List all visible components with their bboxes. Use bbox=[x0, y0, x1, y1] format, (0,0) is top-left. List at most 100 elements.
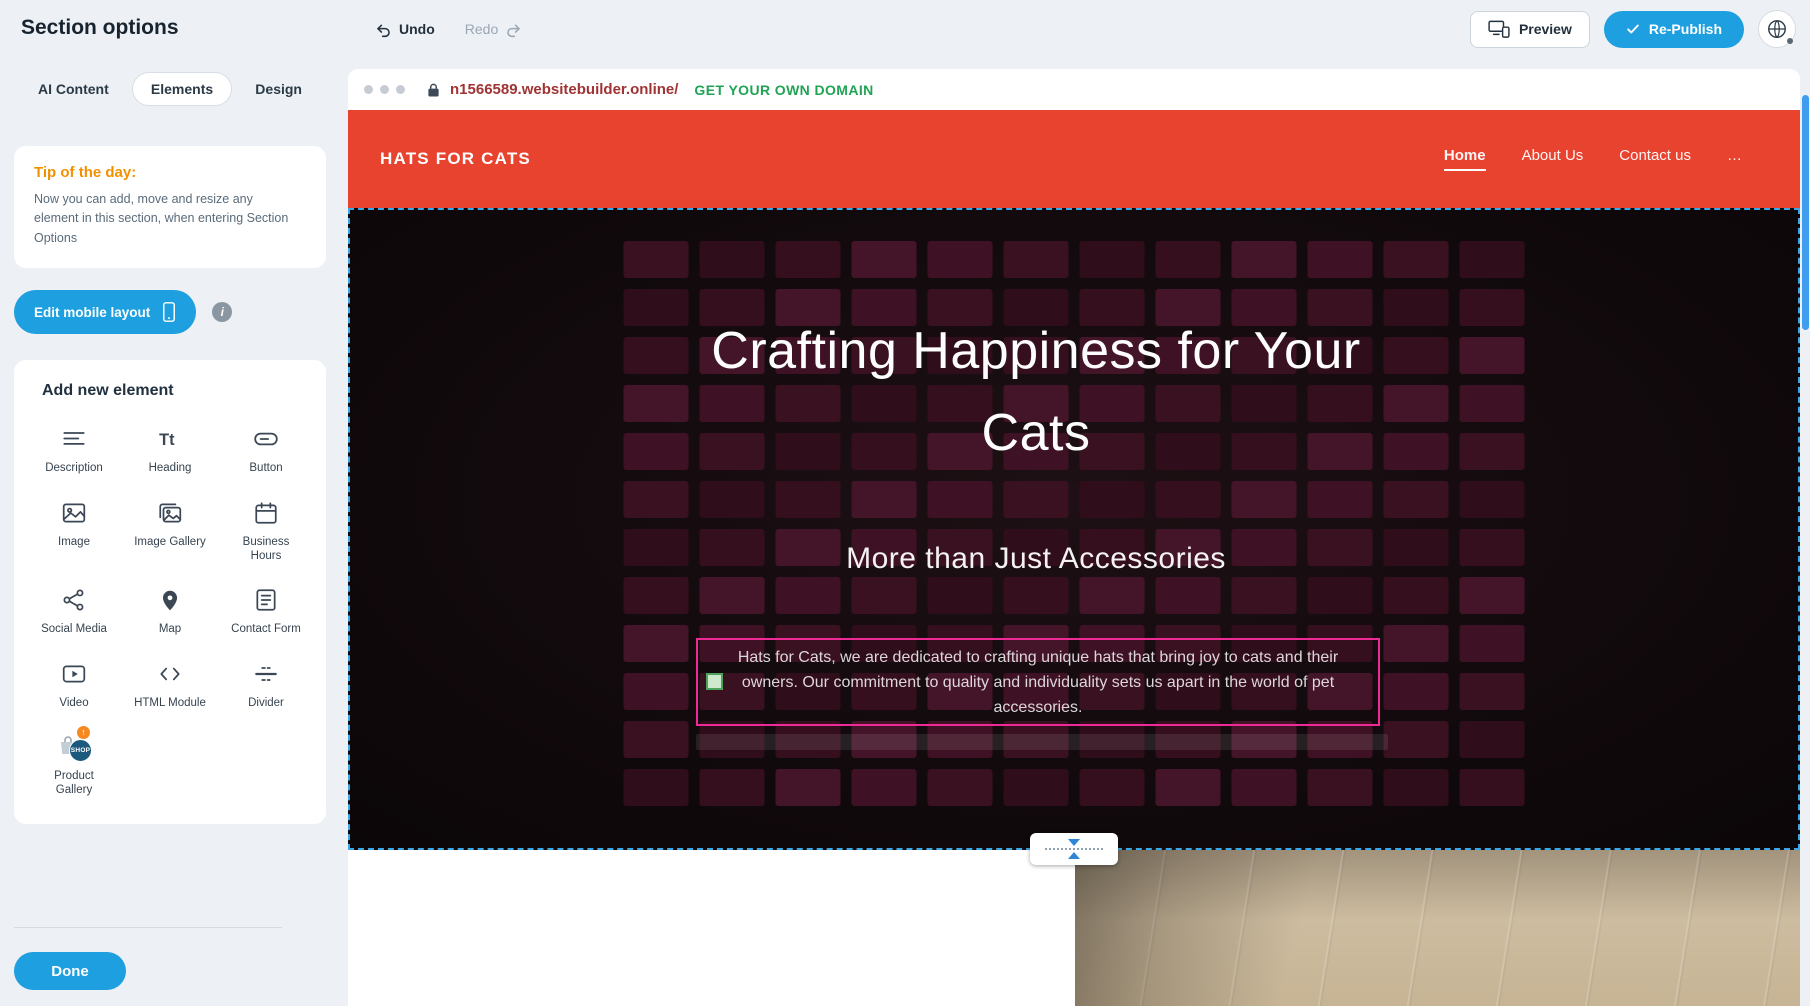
hero-grid-cell bbox=[1460, 337, 1525, 374]
hero-grid-cell bbox=[1384, 625, 1449, 662]
hero-grid-cell bbox=[1232, 577, 1297, 614]
map-icon bbox=[124, 585, 216, 615]
preview-label: Preview bbox=[1519, 21, 1572, 37]
hero-grid-cell bbox=[1460, 769, 1525, 806]
tab-ai-content[interactable]: AI Content bbox=[20, 73, 127, 105]
language-globe-button[interactable] bbox=[1758, 10, 1796, 48]
element-social-media[interactable]: Social Media bbox=[28, 585, 120, 636]
edit-mobile-layout-button[interactable]: Edit mobile layout bbox=[14, 290, 196, 334]
hero-grid-cell bbox=[1308, 241, 1373, 278]
site-header[interactable]: HATS FOR CATS Home About Us Contact us … bbox=[348, 110, 1800, 208]
add-element-title: Add new element bbox=[42, 382, 312, 400]
nav-item-more[interactable]: … bbox=[1727, 147, 1742, 171]
tab-design[interactable]: Design bbox=[237, 73, 320, 105]
next-section[interactable] bbox=[348, 850, 1800, 1006]
element-label: HTML Module bbox=[132, 696, 208, 710]
element-image[interactable]: Image bbox=[28, 498, 120, 564]
element-map[interactable]: Map bbox=[124, 585, 216, 636]
hero-grid-cell bbox=[1156, 769, 1221, 806]
button-icon bbox=[220, 424, 312, 454]
element-heading[interactable]: TtHeading bbox=[124, 424, 216, 475]
redo-button[interactable]: Redo bbox=[465, 21, 522, 38]
done-button[interactable]: Done bbox=[14, 952, 126, 990]
hero-grid-cell bbox=[1004, 769, 1069, 806]
tab-elements[interactable]: Elements bbox=[132, 72, 232, 106]
selected-text-element[interactable]: Hats for Cats, we are dedicated to craft… bbox=[696, 638, 1380, 726]
hero-grid-cell bbox=[624, 769, 689, 806]
nav-item-home[interactable]: Home bbox=[1444, 147, 1486, 171]
sidebar-divider bbox=[14, 927, 282, 928]
hero-grid-cell bbox=[852, 769, 917, 806]
image-icon bbox=[28, 498, 120, 528]
site-url[interactable]: n1566589.websitebuilder.online/ bbox=[450, 81, 678, 98]
element-product-gallery[interactable]: SHOP↑Product Gallery bbox=[28, 732, 120, 798]
resize-dotted-line bbox=[1045, 848, 1103, 850]
element-video[interactable]: Video bbox=[28, 659, 120, 710]
element-description[interactable]: Description bbox=[28, 424, 120, 475]
hero-grid-cell bbox=[1308, 577, 1373, 614]
element-business-hours[interactable]: Business Hours bbox=[220, 498, 312, 564]
hero-grid-cell bbox=[1460, 481, 1525, 518]
preview-button[interactable]: Preview bbox=[1470, 11, 1590, 48]
hero-grid-cell bbox=[624, 481, 689, 518]
hero-grid-cell bbox=[852, 577, 917, 614]
hero-grid-cell bbox=[1384, 337, 1449, 374]
hero-grid-cell bbox=[776, 481, 841, 518]
hero-heading[interactable]: Crafting Happiness for Your Cats bbox=[706, 310, 1366, 474]
hero-grid-cell bbox=[1384, 577, 1449, 614]
element-label: Business Hours bbox=[228, 535, 304, 564]
product-gallery-icon: SHOP↑ bbox=[28, 732, 120, 762]
notification-dot bbox=[1787, 38, 1793, 44]
element-label: Heading bbox=[132, 461, 208, 475]
hero-grid-cell bbox=[776, 529, 841, 566]
hero-grid-cell bbox=[700, 577, 765, 614]
site-logo[interactable]: HATS FOR CATS bbox=[380, 149, 531, 169]
hero-section-selected[interactable]: Crafting Happiness for Your Cats More th… bbox=[348, 208, 1800, 850]
hero-grid-cell bbox=[852, 481, 917, 518]
hero-grid-cell bbox=[700, 529, 765, 566]
hero-grid-cell bbox=[700, 241, 765, 278]
info-icon[interactable]: i bbox=[212, 302, 232, 322]
hero-grid-cell bbox=[624, 673, 689, 710]
hero-grid-cell bbox=[1384, 241, 1449, 278]
hero-grid-cell bbox=[1156, 577, 1221, 614]
element-label: Social Media bbox=[36, 622, 112, 636]
element-divider[interactable]: Divider bbox=[220, 659, 312, 710]
hero-grid-cell bbox=[624, 721, 689, 758]
section-resize-handle[interactable] bbox=[1030, 833, 1118, 865]
topbar-actions: Preview Re-Publish bbox=[1470, 0, 1796, 58]
element-html-module[interactable]: HTML Module bbox=[124, 659, 216, 710]
edit-mobile-label: Edit mobile layout bbox=[34, 305, 150, 320]
hero-grid-cell bbox=[1460, 289, 1525, 326]
republish-button[interactable]: Re-Publish bbox=[1604, 11, 1744, 48]
hero-grid-cell bbox=[776, 769, 841, 806]
element-button[interactable]: Button bbox=[220, 424, 312, 475]
undo-button[interactable]: Undo bbox=[375, 21, 435, 38]
business-hours-icon bbox=[220, 498, 312, 528]
element-label: Divider bbox=[228, 696, 304, 710]
element-label: Description bbox=[36, 461, 112, 475]
element-contact-form[interactable]: Contact Form bbox=[220, 585, 312, 636]
tip-of-the-day-card: Tip of the day: Now you can add, move an… bbox=[14, 146, 326, 268]
hero-grid-cell bbox=[1080, 769, 1145, 806]
hero-grid-cell bbox=[1460, 577, 1525, 614]
hero-grid-cell bbox=[1460, 721, 1525, 758]
hero-grid-cell bbox=[624, 289, 689, 326]
hero-grid-cell bbox=[1460, 625, 1525, 662]
nav-item-contact-us[interactable]: Contact us bbox=[1619, 147, 1691, 171]
hero-subheading[interactable]: More than Just Accessories bbox=[846, 542, 1226, 576]
scrollbar-thumb[interactable] bbox=[1802, 95, 1809, 330]
hero-grid-cell bbox=[624, 625, 689, 662]
element-image-gallery[interactable]: Image Gallery bbox=[124, 498, 216, 564]
hero-grid-cell bbox=[852, 241, 917, 278]
hero-grid-cell bbox=[776, 577, 841, 614]
element-drag-handle[interactable] bbox=[706, 673, 723, 690]
hero-grid-cell bbox=[1384, 433, 1449, 470]
devices-icon bbox=[1488, 20, 1510, 38]
nav-item-about-us[interactable]: About Us bbox=[1522, 147, 1584, 171]
hover-element-highlight bbox=[696, 734, 1388, 750]
get-your-own-domain-link[interactable]: GET YOUR OWN DOMAIN bbox=[694, 82, 873, 98]
site-preview: HATS FOR CATS Home About Us Contact us …… bbox=[348, 110, 1800, 1006]
hero-grid-cell bbox=[1384, 673, 1449, 710]
hero-grid-cell bbox=[1384, 481, 1449, 518]
